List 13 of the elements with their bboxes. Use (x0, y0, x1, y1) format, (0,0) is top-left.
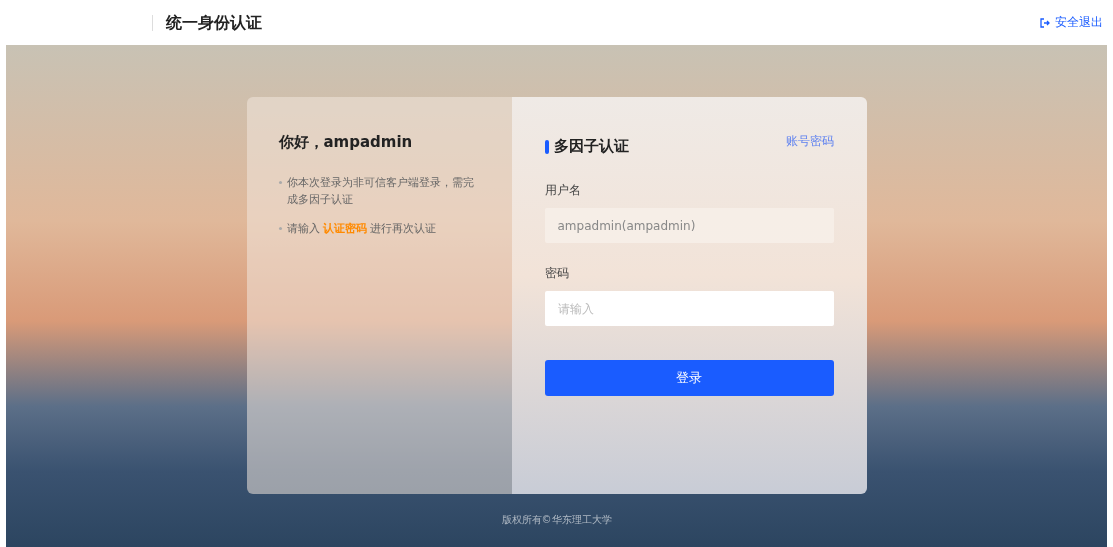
form-title: 多因子认证 (544, 137, 629, 156)
page-title: 统一身份认证 (152, 14, 262, 31)
greeting: 你好，ampadmin (278, 133, 414, 152)
field-label: 密码 (544, 265, 570, 282)
field-label: 用户名 (544, 182, 582, 199)
notice-text: 你本次登录为非可信客户端登录，需完成多因子认证 (278, 174, 477, 208)
logout-link[interactable]: 安全退出 (1040, 14, 1103, 31)
input-field[interactable]: 请输入 (544, 291, 834, 326)
logout-icon (1040, 17, 1050, 28)
switch-login-link[interactable]: 账号密码 (785, 133, 834, 150)
login-button[interactable]: 登录 (544, 360, 834, 396)
copyright-text: 版权所有©华东理工大学 (501, 513, 612, 527)
notice-text: 请输入 认证密码 进行再次认证 (278, 220, 477, 237)
